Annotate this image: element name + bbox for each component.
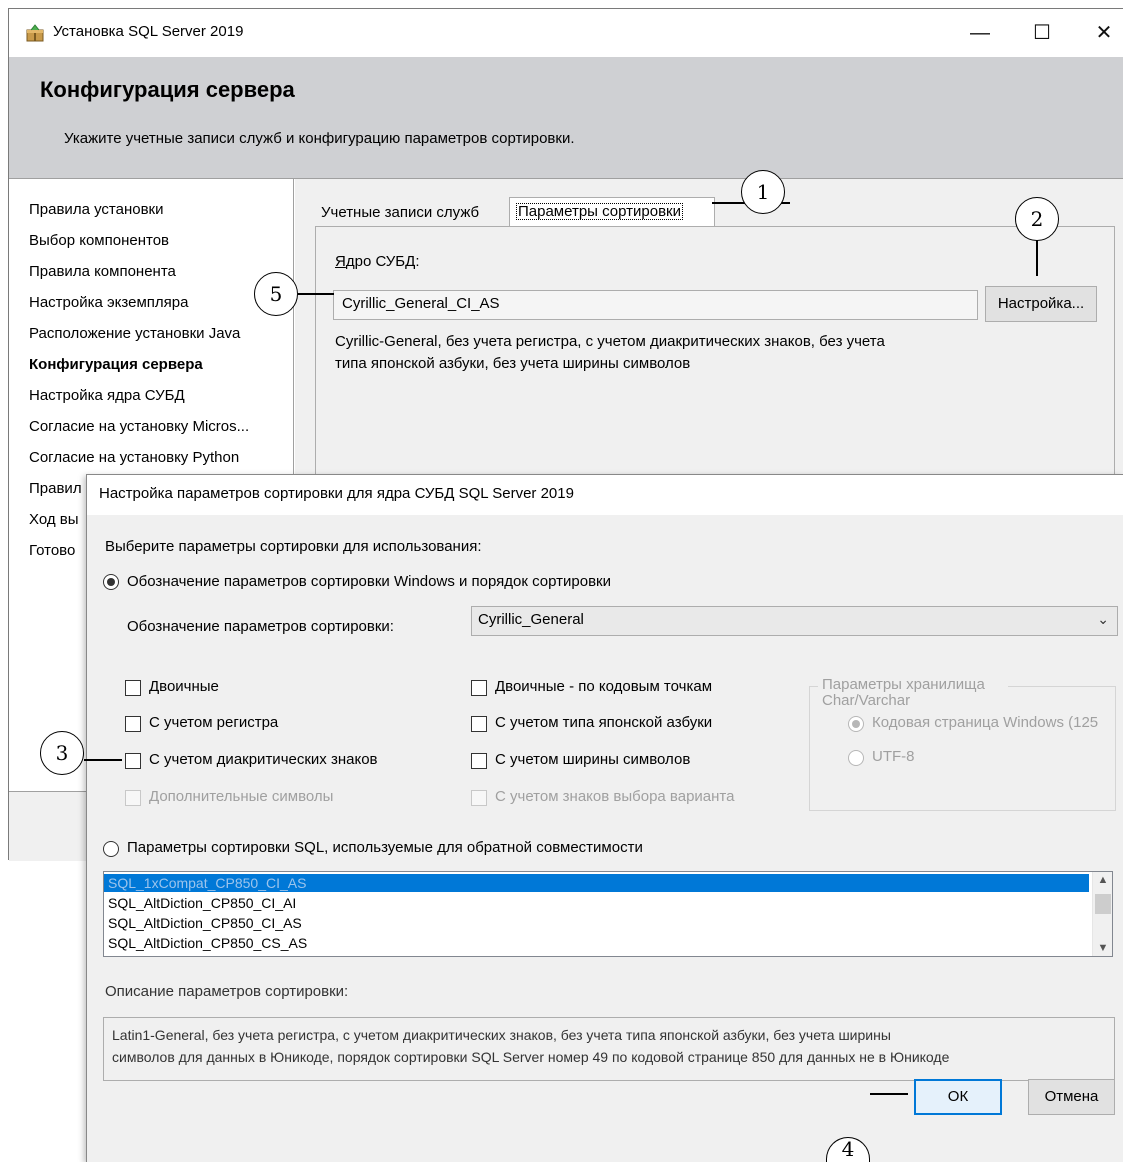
list-item[interactable]: SQL_1xCompat_CP850_CI_AS [104,874,1089,892]
accent-sensitive-label[interactable]: С учетом диакритических знаков [149,751,378,768]
windows-collation-label[interactable]: Обозначение параметров сортировки Window… [127,573,611,590]
db-engine-label: Ядро СУБД: [335,253,420,270]
sidebar-item-microsoft-consent[interactable]: Согласие на установку Micros... [29,418,249,435]
utf8-label: UTF-8 [872,748,915,765]
binary-label[interactable]: Двоичные [149,678,219,695]
collation-description: Cyrillic-General, без учета регистра, с … [335,333,885,372]
sidebar-item-progress[interactable]: Ход вы [29,511,79,528]
collation-value-field[interactable]: Cyrillic_General_CI_AS [333,290,978,320]
page-subtitle: Укажите учетные записи служб и конфигура… [64,130,575,147]
supplementary-chars-label: Дополнительные символы [149,788,334,805]
sidebar-item-complete[interactable]: Готово [29,542,75,559]
width-sensitive-checkbox[interactable] [471,753,487,769]
maximize-button[interactable]: ☐ [1019,17,1065,49]
designator-label: Обозначение параметров сортировки: [127,618,394,635]
page-header: Конфигурация сервера Укажите учетные зап… [9,57,1123,179]
sidebar-item-rules[interactable]: Правил [29,480,82,497]
scroll-thumb[interactable] [1095,894,1111,914]
storage-group-legend: Параметры хранилища Char/Varchar [818,677,1008,707]
kana-sensitive-label[interactable]: С учетом типа японской азбуки [495,714,712,731]
designator-dropdown[interactable]: Cyrillic_General ⌄ [471,606,1118,636]
variation-selector-label: С учетом знаков выбора варианта [495,788,735,805]
sidebar-item-java-location[interactable]: Расположение установки Java [29,325,240,342]
sidebar-item-feature-selection[interactable]: Выбор компонентов [29,232,169,249]
utf8-radio[interactable] [848,750,864,766]
windows-codepage-label: Кодовая страница Windows (125 [872,714,1099,731]
chevron-down-icon: ⌄ [1097,611,1109,627]
callout-5: 5 [254,272,298,316]
storage-options-group: Параметры хранилища Char/Varchar Кодовая… [809,677,1116,811]
cancel-button[interactable]: Отмена [1028,1079,1115,1115]
case-sensitive-checkbox[interactable] [125,716,141,732]
window-titlebar: Установка SQL Server 2019 — ☐ ✕ [9,9,1123,57]
sidebar-item-python-consent[interactable]: Согласие на установку Python [29,449,239,466]
list-scrollbar[interactable]: ▲ ▼ [1092,872,1112,956]
collation-dialog: Настройка параметров сортировки для ядра… [86,474,1123,1162]
tab-collation[interactable]: Параметры сортировки [509,197,715,227]
scroll-up-icon[interactable]: ▲ [1093,874,1112,886]
window-title: Установка SQL Server 2019 [53,23,244,40]
sidebar-item-install-rules[interactable]: Правила установки [29,201,164,218]
list-item[interactable]: SQL_AltDiction_CP850_CS_AS [108,934,307,952]
variation-selector-checkbox[interactable] [471,790,487,806]
collation-description-box: Latin1-General, без учета регистра, с уч… [103,1017,1115,1081]
setup-box-icon [26,24,44,42]
windows-codepage-radio[interactable] [848,716,864,732]
list-item[interactable]: SQL_AltDiction_CP850_CI_AI [108,894,296,912]
sidebar-item-instance-config[interactable]: Настройка экземпляра [29,294,188,311]
close-button[interactable]: ✕ [1081,17,1123,49]
sidebar-item-feature-rules[interactable]: Правила компонента [29,263,176,280]
supplementary-chars-checkbox[interactable] [125,790,141,806]
minimize-button[interactable]: — [957,17,1003,49]
width-sensitive-label[interactable]: С учетом ширины символов [495,751,690,768]
sql-collation-radio[interactable] [103,841,119,857]
binary-checkbox[interactable] [125,680,141,696]
sql-collation-list[interactable]: SQL_1xCompat_CP850_CI_AS SQL_AltDiction_… [103,871,1113,957]
binary-code-point-checkbox[interactable] [471,680,487,696]
binary-code-point-label[interactable]: Двоичные - по кодовым точкам [495,678,712,695]
accent-sensitive-checkbox[interactable] [125,753,141,769]
windows-collation-radio[interactable] [103,574,119,590]
customize-button[interactable]: Настройка... [985,286,1097,322]
collation-description-label: Описание параметров сортировки: [105,983,349,1000]
kana-sensitive-checkbox[interactable] [471,716,487,732]
scroll-down-icon[interactable]: ▼ [1093,942,1112,954]
ok-button[interactable]: ОК [914,1079,1002,1115]
sidebar-item-server-config[interactable]: Конфигурация сервера [29,356,203,373]
sql-collation-label[interactable]: Параметры сортировки SQL, используемые д… [127,839,643,856]
list-item[interactable]: SQL_AltDiction_CP850_CI_AS [108,914,302,932]
tab-service-accounts[interactable]: Учетные записи служб [315,201,503,227]
page-title: Конфигурация сервера [40,77,295,102]
dialog-titlebar: Настройка параметров сортировки для ядра… [87,475,1123,515]
case-sensitive-label[interactable]: С учетом регистра [149,714,278,731]
dialog-title: Настройка параметров сортировки для ядра… [99,485,574,502]
designator-selected-value: Cyrillic_General [478,611,584,628]
callout-1: 1 [741,170,785,214]
choose-collation-label: Выберите параметры сортировки для исполь… [105,538,482,555]
callout-3: 3 [40,731,84,775]
callout-2: 2 [1015,197,1059,241]
sidebar-item-db-engine-config[interactable]: Настройка ядра СУБД [29,387,185,404]
tab-collation-label: Параметры сортировки [516,203,683,220]
